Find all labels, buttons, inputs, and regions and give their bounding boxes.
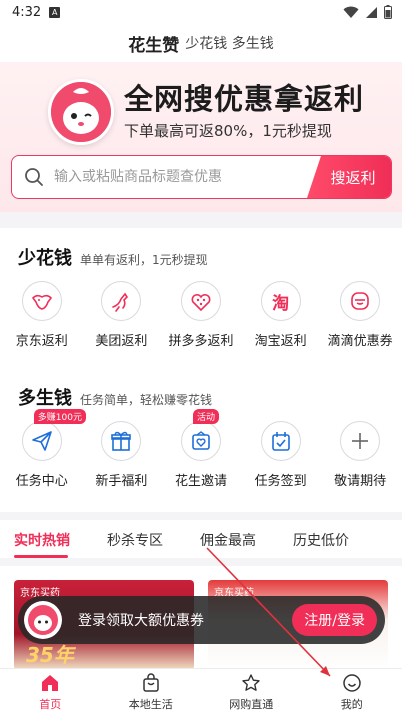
grid-label: 敬请期待 <box>334 474 387 489</box>
grid-item-jd-rebate[interactable]: 京东返利 <box>3 281 81 349</box>
notification-a-icon: A <box>49 6 61 18</box>
grid-item-pinduoduo-rebate[interactable]: 拼多多返利 <box>162 281 240 349</box>
battery-icon <box>384 5 392 19</box>
invite-badge: 活动 <box>192 409 219 424</box>
nav-online-shopping[interactable]: 网购直通 <box>201 669 302 716</box>
earn-money-title: 多生钱 <box>18 388 72 409</box>
login-promo-toast: 登录领取大额优惠券 注册/登录 <box>18 596 385 644</box>
active-tab-indicator <box>14 555 68 558</box>
mascot-avatar-icon <box>48 79 114 145</box>
pinduoduo-icon <box>180 281 221 321</box>
calendar-check-icon <box>260 421 301 461</box>
grid-item-invite[interactable]: 活动 花生邀请 <box>162 409 240 489</box>
status-bar: 4:32 A <box>0 0 402 24</box>
status-time: 4:32 <box>12 4 42 20</box>
smiley-profile-icon <box>343 674 361 692</box>
grid-label: 新手福利 <box>95 474 148 489</box>
nav-label: 首页 <box>39 698 62 711</box>
grid-item-didi-coupon[interactable]: 滴滴优惠券 <box>321 281 399 349</box>
grid-item-task-center[interactable]: 多赚100元 任务中心 <box>3 409 86 489</box>
search-rebate-button[interactable]: 搜返利 <box>307 156 391 198</box>
nav-mine[interactable]: 我的 <box>302 669 402 716</box>
grid-label: 淘宝返利 <box>254 334 307 349</box>
hero-subline: 下单最高可返80%，1元秒提现 <box>124 122 332 140</box>
jd-dog-icon <box>21 281 62 321</box>
grid-label: 任务签到 <box>254 474 307 489</box>
app-brand-name: 花生赞 <box>128 35 180 56</box>
tab-flash-sale[interactable]: 秒杀专区 <box>107 530 163 550</box>
paper-plane-icon <box>21 421 62 461</box>
save-money-header: 少花钱 单单有返利，1元秒提现 <box>18 244 208 270</box>
save-money-subtitle: 单单有返利，1元秒提现 <box>80 253 208 267</box>
didi-icon <box>340 281 381 321</box>
tab-historic-low[interactable]: 历史低价 <box>293 530 349 550</box>
features-card: 少花钱 单单有返利，1元秒提现 京东返利 美团返利 拼多多返利 淘 淘宝返利 滴… <box>0 228 402 512</box>
search-input[interactable] <box>46 156 307 198</box>
taobao-icon: 淘 <box>260 281 301 321</box>
nav-label: 网购直通 <box>229 698 274 711</box>
earn-money-grid: 多赚100元 任务中心 新手福利 活动 花生邀请 任务签到 敬请期待 <box>0 409 402 489</box>
status-right-group <box>343 5 392 19</box>
grid-label: 拼多多返利 <box>168 334 234 349</box>
search-icon <box>22 165 46 189</box>
save-money-grid: 京东返利 美团返利 拼多多返利 淘 淘宝返利 滴滴优惠券 <box>0 281 402 349</box>
grid-item-coming-soon[interactable]: 敬请期待 <box>321 421 399 489</box>
meituan-kangaroo-icon <box>101 281 142 321</box>
save-money-title: 少花钱 <box>18 248 72 269</box>
bottom-navigation: 首页 本地生活 网购直通 我的 <box>0 668 402 716</box>
tab-highest-commission[interactable]: 佣金最高 <box>200 530 256 550</box>
login-promo-message: 登录领取大额优惠券 <box>78 613 204 629</box>
grid-label: 美团返利 <box>95 334 148 349</box>
product-tabs: 实时热销 秒杀专区 佣金最高 历史低价 <box>0 520 402 558</box>
grid-item-meituan-rebate[interactable]: 美团返利 <box>82 281 160 349</box>
nav-local-life[interactable]: 本地生活 <box>101 669 202 716</box>
register-login-button[interactable]: 注册/登录 <box>292 604 377 636</box>
app-slogan: 少花钱 多生钱 <box>185 36 274 52</box>
app-header: 花生赞 少花钱 多生钱 <box>0 24 402 62</box>
earn-money-subtitle: 任务简单，轻松赚零花钱 <box>80 393 213 407</box>
earn-money-header: 多生钱 任务简单，轻松赚零花钱 <box>18 384 212 410</box>
invite-heart-icon <box>180 421 221 461</box>
shopping-bag-icon <box>143 673 159 692</box>
cellular-signal-icon <box>366 6 377 18</box>
tab-hot-sales[interactable]: 实时热销 <box>14 530 70 550</box>
nav-label: 我的 <box>340 698 363 711</box>
star-icon <box>242 674 260 691</box>
home-icon <box>42 675 59 691</box>
task-center-badge: 多赚100元 <box>33 409 86 424</box>
grid-item-newbie-benefits[interactable]: 新手福利 <box>82 421 160 489</box>
grid-label: 滴滴优惠券 <box>327 334 393 349</box>
mascot-avatar-icon <box>24 601 62 639</box>
gift-icon <box>101 421 142 461</box>
grid-label: 花生邀请 <box>174 474 227 489</box>
search-bar: 搜返利 <box>11 155 392 199</box>
plus-icon <box>340 421 381 461</box>
grid-item-checkin[interactable]: 任务签到 <box>242 421 320 489</box>
hero-headline: 全网搜优惠拿返利 <box>124 82 365 116</box>
grid-label: 京东返利 <box>15 334 68 349</box>
grid-item-taobao-rebate[interactable]: 淘 淘宝返利 <box>242 281 320 349</box>
nav-home[interactable]: 首页 <box>0 669 101 716</box>
nav-label: 本地生活 <box>128 698 173 711</box>
wifi-icon <box>343 6 359 18</box>
grid-label: 任务中心 <box>15 474 68 489</box>
